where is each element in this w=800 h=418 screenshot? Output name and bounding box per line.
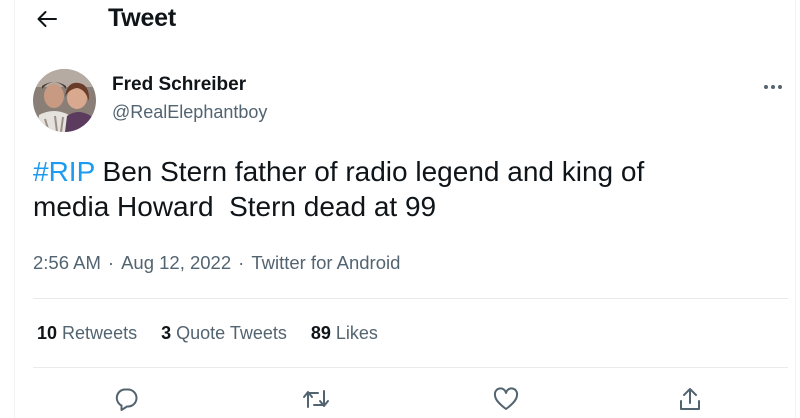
divider: [33, 298, 788, 299]
tweet-text-line-2: media Howard Stern dead at 99: [33, 191, 437, 222]
page-header: Tweet: [0, 0, 800, 40]
hashtag-link[interactable]: #RIP: [33, 156, 95, 187]
more-options-button[interactable]: [756, 76, 790, 98]
reply-button[interactable]: [106, 380, 146, 418]
avatar[interactable]: [33, 69, 96, 132]
meta-separator: ·: [107, 252, 115, 273]
tweet-metadata: 2:56 AM · Aug 12, 2022 · Twitter for And…: [33, 252, 400, 274]
tweet-date[interactable]: Aug 12, 2022: [121, 252, 231, 274]
left-column-border: [14, 0, 15, 418]
page-title: Tweet: [108, 4, 176, 32]
retweets-stat[interactable]: 10 Retweets: [37, 323, 137, 344]
right-column-border: [795, 0, 796, 418]
tweet-text: #RIP Ben Stern father of radio legend an…: [33, 154, 753, 224]
retweet-icon: [302, 387, 330, 411]
tweet-time[interactable]: 2:56 AM: [33, 252, 101, 274]
like-button[interactable]: [486, 380, 526, 418]
retweets-count: 10: [37, 323, 58, 343]
quote-tweets-count: 3: [161, 323, 172, 343]
back-button[interactable]: [30, 4, 64, 34]
tweet-source[interactable]: Twitter for Android: [251, 252, 400, 274]
arrow-left-icon: [36, 10, 58, 28]
likes-stat[interactable]: 89 Likes: [311, 323, 378, 344]
retweet-button[interactable]: [296, 380, 336, 418]
share-button[interactable]: [670, 380, 710, 418]
heart-icon: [493, 387, 519, 411]
likes-count: 89: [310, 323, 331, 343]
tweet-text-line-1: Ben Stern father of radio legend and kin…: [94, 156, 645, 187]
reply-bubble-icon: [113, 386, 139, 412]
author-name[interactable]: Fred Schreiber: [112, 74, 246, 96]
retweets-label: Retweets: [62, 323, 138, 343]
quote-tweets-stat[interactable]: 3 Quote Tweets: [161, 323, 287, 344]
meta-separator: ·: [238, 252, 245, 273]
likes-label: Likes: [335, 323, 378, 343]
share-icon: [677, 386, 703, 412]
divider: [33, 367, 788, 368]
quote-tweets-label: Quote Tweets: [176, 323, 287, 343]
author-handle[interactable]: @RealElephantboy: [112, 102, 267, 123]
engagement-stats: 10 Retweets 3 Quote Tweets 89 Likes: [37, 323, 402, 344]
more-dots-icon: [763, 84, 783, 90]
